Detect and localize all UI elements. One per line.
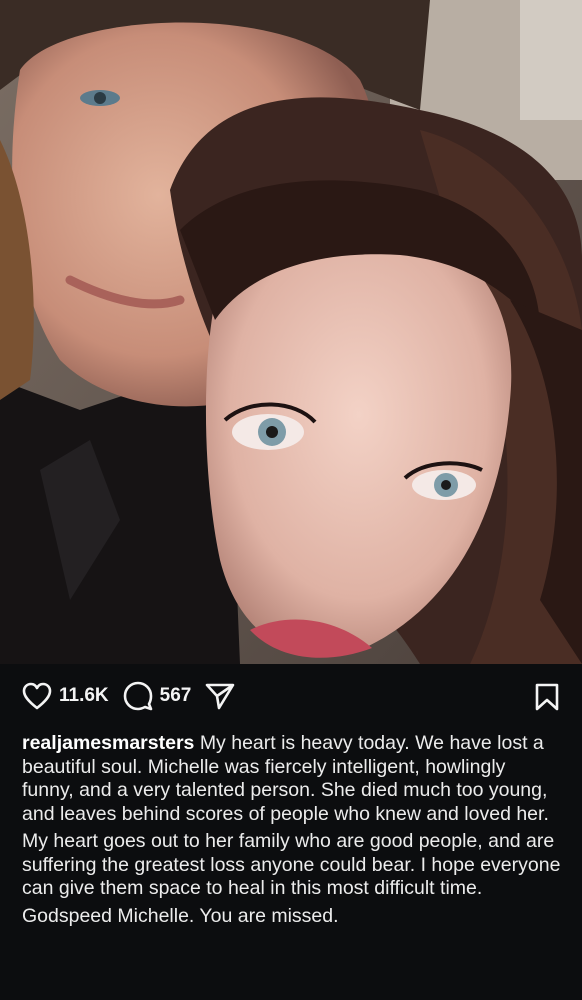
send-paper-plane-icon: [206, 683, 235, 710]
comment-count: 567: [159, 685, 192, 706]
post-caption: realjamesmarsters My heart is heavy toda…: [0, 728, 582, 928]
post-photo[interactable]: [0, 0, 582, 664]
caption-paragraph: Godspeed Michelle. You are missed.: [22, 904, 339, 927]
heart-icon: [22, 682, 52, 710]
post-actions-bar: 11.6K 567: [0, 664, 582, 728]
bookmark-icon: [535, 683, 559, 711]
selfie-image: [0, 0, 582, 664]
caption-username[interactable]: realjamesmarsters: [22, 732, 194, 754]
comment-bubble-icon: [123, 681, 152, 711]
like-button[interactable]: 11.6K: [22, 682, 109, 710]
caption-paragraph: realjamesmarsters My heart is heavy toda…: [22, 732, 562, 826]
like-count: 11.6K: [59, 685, 109, 706]
share-button[interactable]: [205, 682, 235, 710]
save-button[interactable]: [534, 683, 560, 716]
caption-paragraph: My heart goes out to her family who are …: [22, 830, 561, 899]
comment-button[interactable]: 567: [123, 681, 192, 711]
